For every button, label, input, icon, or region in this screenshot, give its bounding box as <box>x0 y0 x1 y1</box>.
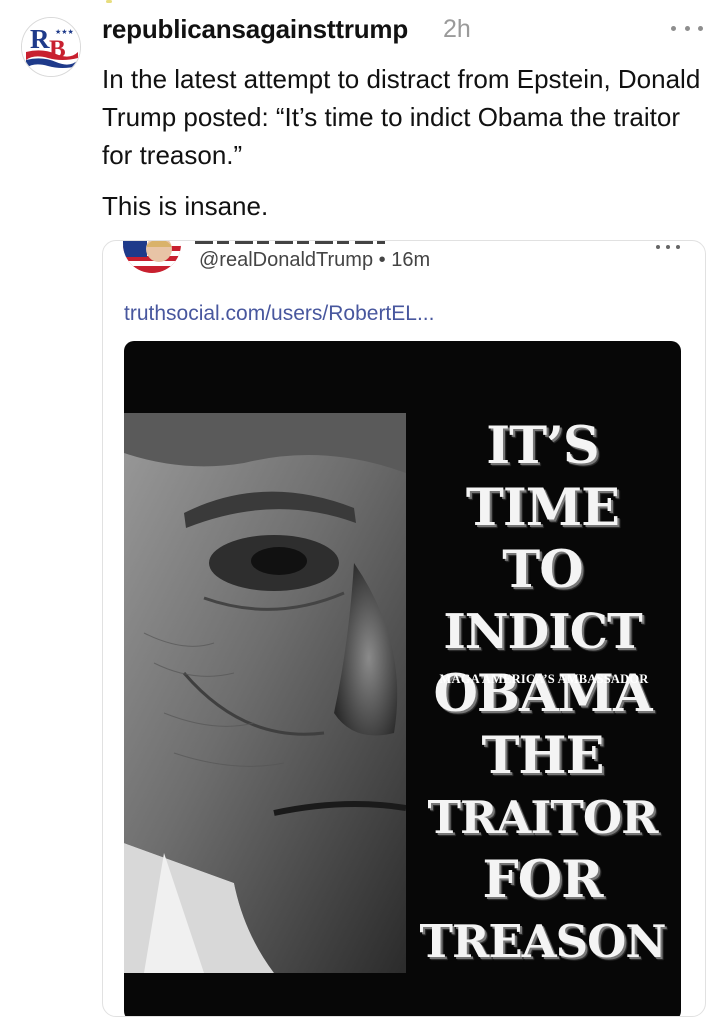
poster-line: TIME <box>465 478 620 538</box>
quoted-display-name-clipped <box>195 241 385 244</box>
svg-text:★★★: ★★★ <box>55 28 74 36</box>
poster-line: TO <box>502 540 583 600</box>
thread-line <box>106 0 112 3</box>
post-text: In the latest attempt to distract from E… <box>102 64 701 170</box>
dot <box>698 25 703 31</box>
poster-line: TRAITOR <box>427 791 659 844</box>
dot <box>676 245 680 249</box>
quoted-time: 16m <box>391 249 431 271</box>
rb-logo-icon: R B ★★★ <box>22 18 80 76</box>
more-options-icon[interactable] <box>671 16 703 40</box>
avatar[interactable]: R B ★★★ <box>21 17 81 77</box>
dot <box>666 245 670 249</box>
poster-line: THE <box>481 726 604 786</box>
separator: • <box>378 249 386 271</box>
quoted-handle[interactable]: @realDonaldTrump <box>199 249 373 271</box>
quoted-link[interactable]: truthsocial.com/users/RobertEL... <box>124 302 434 326</box>
username[interactable]: republicansagainsttrump <box>102 14 408 45</box>
dot <box>671 25 676 31</box>
timestamp: 2h <box>443 15 471 43</box>
quoted-handle-line: @realDonaldTrump • 16m <box>199 249 430 272</box>
quoted-post-card[interactable]: @realDonaldTrump • 16m truthsocial.com/u… <box>102 240 706 1017</box>
poster-line: FOR <box>482 850 603 910</box>
svg-text:B: B <box>49 36 66 63</box>
poster-headline: IT’S TIME TO INDICT OBAMA THE TRAITOR FO… <box>404 415 681 973</box>
svg-text:R: R <box>30 24 50 54</box>
poster-subtitle: MAGA AMERICA’S AMBASSADOR <box>439 672 649 686</box>
post-text-secondary: This is insane. <box>102 191 269 221</box>
quoted-image[interactable]: IT’S TIME TO INDICT OBAMA THE TRAITOR FO… <box>124 341 681 1016</box>
quoted-more-options-icon[interactable] <box>656 242 680 252</box>
poster-line: INDICT <box>443 604 642 660</box>
poster-line: TREASON <box>419 915 667 968</box>
flag-avatar-icon <box>123 241 181 273</box>
portrait-image <box>124 413 406 973</box>
dot <box>684 25 690 31</box>
dot <box>656 245 660 249</box>
poster-line: IT’S <box>486 416 599 476</box>
quoted-avatar[interactable] <box>123 241 181 273</box>
